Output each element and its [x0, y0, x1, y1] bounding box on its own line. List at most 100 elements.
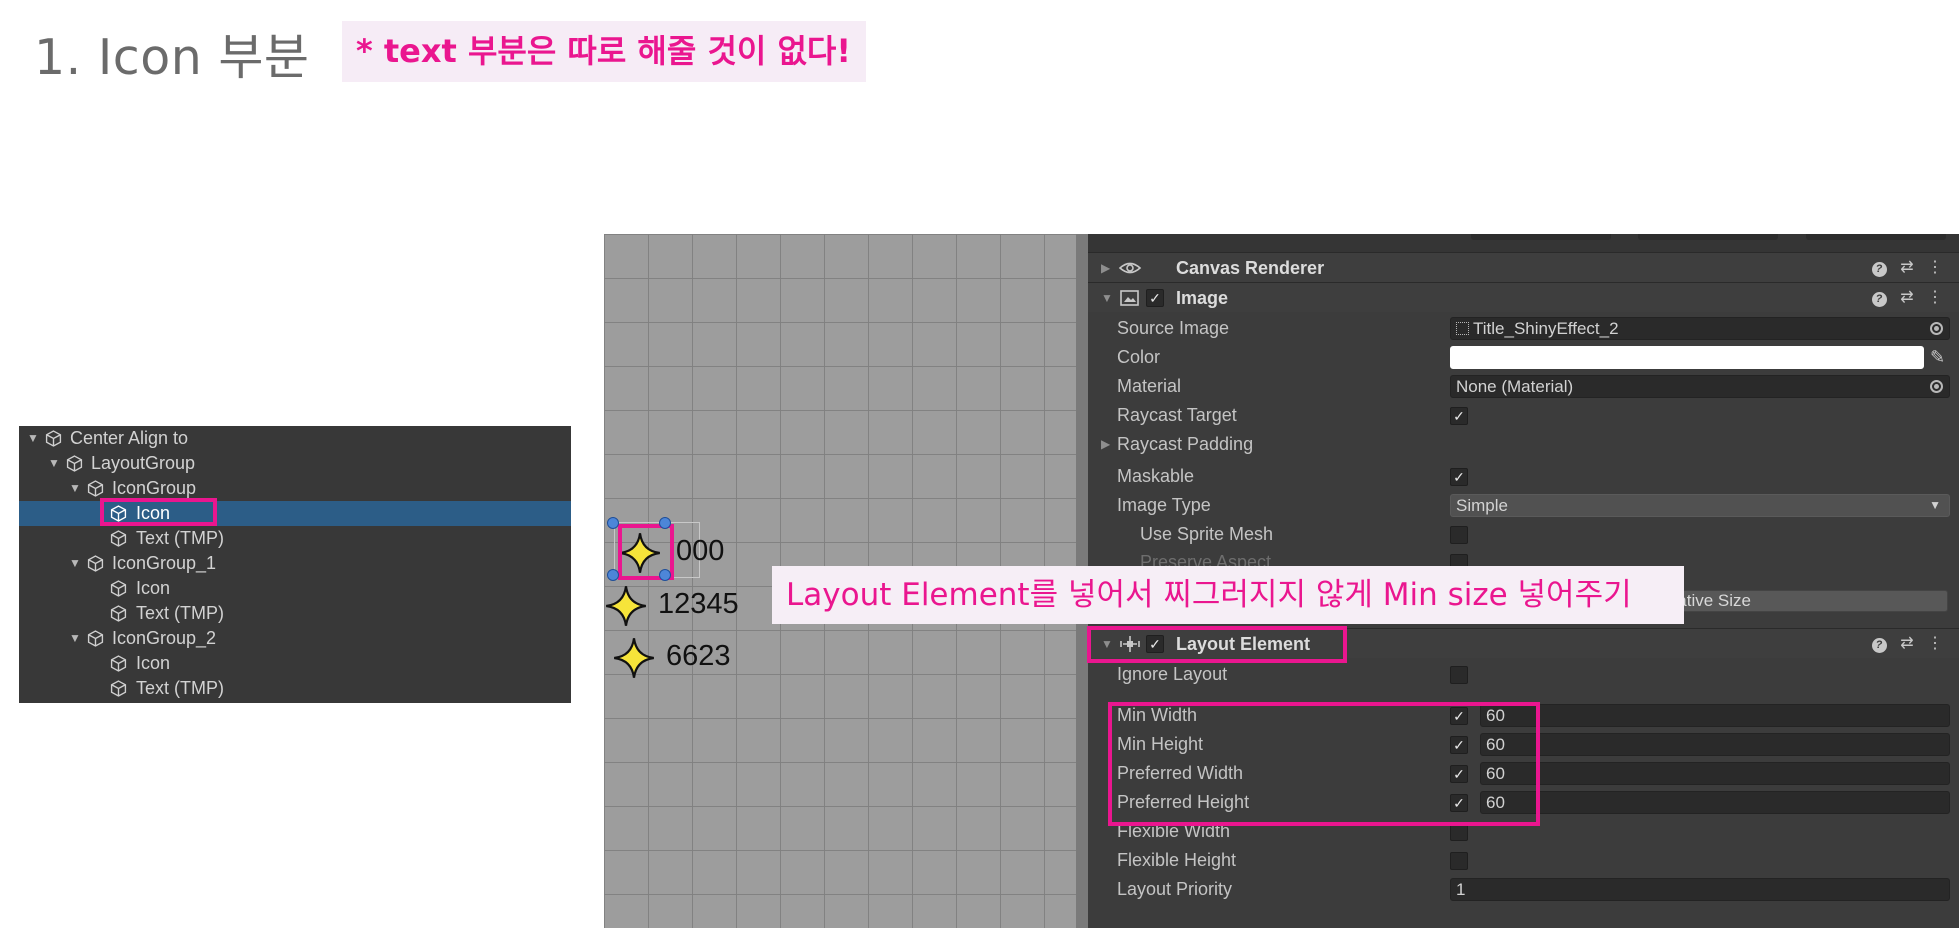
scene-value-text: 6623 [666, 640, 731, 672]
expand-arrow-icon[interactable]: ▼ [27, 426, 39, 451]
component-title: Image [1176, 288, 1229, 308]
scene-value-text: 000 [676, 535, 725, 567]
use-sprite-mesh-checkbox[interactable] [1450, 526, 1468, 544]
expand-arrow-icon[interactable]: ▼ [69, 551, 81, 576]
color-field[interactable] [1450, 346, 1924, 369]
more-menu-icon[interactable]: ⋮ [1921, 253, 1949, 283]
gameobject-cube-icon [45, 430, 62, 447]
hierarchy-item-layoutgroup[interactable]: ▼ LayoutGroup [19, 451, 571, 476]
rect-handle-topleft[interactable] [607, 517, 619, 529]
gameobject-cube-icon [110, 680, 127, 697]
help-icon[interactable]: ? [1865, 283, 1893, 313]
preferred-width-input[interactable]: 60 [1480, 762, 1950, 785]
component-enabled-checkbox[interactable]: ✓ [1146, 289, 1164, 307]
min-width-input[interactable]: 60 [1480, 704, 1950, 727]
gameobject-cube-icon [66, 455, 83, 472]
property-label: Raycast Target [1117, 405, 1237, 425]
min-height-input[interactable]: 60 [1480, 733, 1950, 756]
object-picker-icon[interactable] [1930, 380, 1943, 393]
material-field[interactable]: None (Material) [1450, 375, 1950, 398]
gameobject-cube-icon [110, 580, 127, 597]
material-row: Material None (Material) [1088, 372, 1959, 401]
ignore-layout-row: Ignore Layout [1088, 660, 1959, 689]
hierarchy-item-icongroup-1[interactable]: ▼ IconGroup_1 [19, 551, 571, 576]
chevron-down-icon: ▼ [1929, 498, 1941, 512]
hierarchy-item-text-tmp[interactable]: Text (TMP) [19, 526, 571, 551]
layout-priority-input[interactable]: 1 [1450, 878, 1950, 901]
help-icon[interactable]: ? [1865, 629, 1893, 659]
object-picker-icon[interactable] [1930, 322, 1943, 335]
hierarchy-panel: ▼ Center Align to ▼ LayoutGroup ▼ IconGr… [19, 426, 571, 703]
property-label: Maskable [1117, 466, 1195, 486]
layout-element-highlight-box [1087, 626, 1347, 663]
sparkle-star-icon [606, 586, 646, 626]
raycast-target-checkbox[interactable]: ✓ [1450, 407, 1468, 425]
property-label: Material [1117, 376, 1182, 396]
raycast-padding-row[interactable]: ▶ Raycast Padding [1088, 430, 1959, 459]
component-tools: ? ⇄ ⋮ [1865, 629, 1949, 659]
property-label: Use Sprite Mesh [1140, 524, 1274, 544]
sprite-icon [1456, 322, 1469, 335]
scene-value-text: 12345 [658, 588, 739, 620]
use-sprite-mesh-row: Use Sprite Mesh [1088, 520, 1959, 549]
preset-icon[interactable]: ⇄ [1893, 629, 1921, 659]
image-component-icon [1120, 290, 1139, 306]
scene-row-6623[interactable]: 6623 [612, 634, 812, 678]
expand-arrow-icon[interactable]: ▼ [69, 476, 81, 501]
hierarchy-item-center-align[interactable]: ▼ Center Align to [19, 426, 571, 451]
source-image-value: Title_ShinyEffect_2 [1473, 319, 1619, 338]
preset-icon[interactable]: ⇄ [1893, 283, 1921, 313]
expand-arrow-icon[interactable]: ▼ [69, 626, 81, 651]
component-tools: ? ⇄ ⋮ [1865, 283, 1949, 313]
maskable-row: Maskable ✓ [1088, 462, 1959, 491]
eye-icon [1118, 262, 1142, 274]
note-label: * text 부분은 따로 해줄 것이 없다! [342, 21, 866, 82]
gameobject-cube-icon [87, 480, 104, 497]
rect-handle-bottomright[interactable] [659, 569, 671, 581]
raycast-target-row: Raycast Target ✓ [1088, 401, 1959, 430]
expand-arrow-icon[interactable]: ▼ [48, 451, 60, 476]
hierarchy-item-label: Center Align to [70, 428, 189, 448]
property-label: Ignore Layout [1117, 664, 1228, 684]
hierarchy-item-icon[interactable]: Icon [19, 576, 571, 601]
gameobject-cube-icon [87, 630, 104, 647]
more-menu-icon[interactable]: ⋮ [1921, 283, 1949, 313]
property-label: Layout Priority [1117, 879, 1233, 899]
material-value: None (Material) [1456, 377, 1574, 396]
layout-priority-row: Layout Priority 1 [1088, 875, 1959, 904]
hierarchy-item-label: Text (TMP) [136, 678, 224, 698]
hierarchy-item-icon[interactable]: Icon [19, 651, 571, 676]
preset-icon[interactable]: ⇄ [1893, 253, 1921, 283]
image-component-header[interactable]: ▼ ✓ Image ? ⇄ ⋮ [1088, 282, 1959, 312]
property-label: Flexible Height [1117, 850, 1237, 870]
rect-handle-topright[interactable] [659, 517, 671, 529]
fold-arrow-icon[interactable]: ▶ [1101, 253, 1110, 283]
fold-arrow-icon[interactable]: ▶ [1101, 430, 1110, 459]
gameobject-cube-icon [87, 555, 104, 572]
rect-handle-bottomleft[interactable] [607, 569, 619, 581]
eyedropper-icon[interactable]: ✎ [1930, 343, 1945, 372]
fold-arrow-icon[interactable]: ▼ [1101, 283, 1113, 313]
hierarchy-item-label: Text (TMP) [136, 603, 224, 623]
image-type-dropdown[interactable]: Simple ▼ [1450, 494, 1950, 517]
hierarchy-item-text-tmp[interactable]: Text (TMP) [19, 676, 571, 701]
inspector-top-strip [1088, 234, 1959, 252]
hierarchy-item-text-tmp[interactable]: Text (TMP) [19, 601, 571, 626]
property-label: Image Type [1117, 495, 1211, 515]
size-fields-highlight-box [1108, 702, 1540, 826]
set-native-size-button[interactable]: Native Size [1660, 590, 1948, 612]
more-menu-icon[interactable]: ⋮ [1921, 629, 1949, 659]
gameobject-cube-icon [110, 530, 127, 547]
preferred-height-input[interactable]: 60 [1480, 791, 1950, 814]
source-image-field[interactable]: Title_ShinyEffect_2 [1450, 317, 1950, 340]
hierarchy-item-icongroup-2[interactable]: ▼ IconGroup_2 [19, 626, 571, 651]
ignore-layout-checkbox[interactable] [1450, 666, 1468, 684]
property-label: Source Image [1117, 318, 1230, 338]
color-row: Color ✎ [1088, 343, 1959, 372]
image-type-value: Simple [1456, 496, 1508, 515]
flexible-height-checkbox[interactable] [1450, 852, 1468, 870]
canvas-renderer-header[interactable]: ▶ Canvas Renderer ? ⇄ ⋮ [1088, 252, 1959, 282]
maskable-checkbox[interactable]: ✓ [1450, 468, 1468, 486]
source-image-row: Source Image Title_ShinyEffect_2 [1088, 314, 1959, 343]
help-icon[interactable]: ? [1865, 253, 1893, 283]
